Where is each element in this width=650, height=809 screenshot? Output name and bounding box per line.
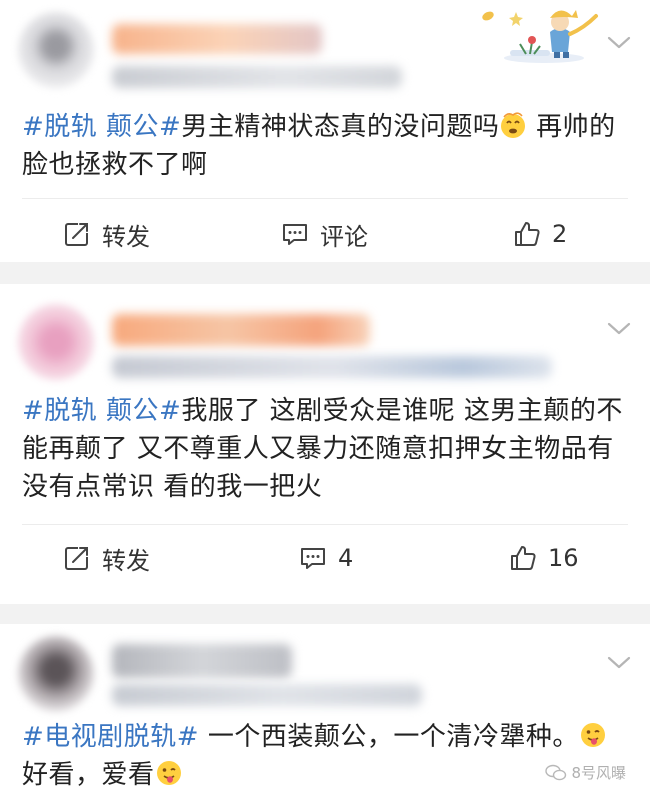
post-body-line2: 好看，爱看 bbox=[22, 760, 155, 790]
post-text: #电视剧脱轨# 一个西装颠公，一个清冷犟种。好看，爱看 bbox=[22, 718, 628, 794]
divider bbox=[22, 524, 628, 525]
thumbs-up-icon bbox=[515, 222, 540, 246]
post-body: 一个西装颠公，一个清冷犟种。 bbox=[199, 722, 579, 752]
chevron-down-icon[interactable] bbox=[606, 316, 632, 342]
thumbs-up-icon bbox=[511, 546, 536, 570]
username-blurred[interactable] bbox=[112, 314, 370, 346]
little-prince-badge-icon bbox=[482, 10, 598, 63]
post-card: #脱轨 颠公#男主精神状态真的没问题吗 再帅的脸也拯救不了啊 转发 评论 2 bbox=[0, 0, 650, 262]
like-count: 16 bbox=[548, 544, 579, 572]
avatar[interactable] bbox=[18, 636, 94, 712]
comment-icon bbox=[283, 224, 307, 245]
chevron-down-icon[interactable] bbox=[606, 650, 632, 676]
action-bar: 转发 4 16 bbox=[0, 528, 650, 588]
comment-count: 4 bbox=[338, 544, 354, 572]
username-blurred[interactable] bbox=[112, 644, 292, 678]
watermark-text: 8号风曝 bbox=[571, 764, 626, 782]
repost-icon bbox=[65, 223, 88, 246]
post-card: #脱轨 颠公#我服了 这剧受众是谁呢 这男主颠的不能再颠了 又不尊重人又暴力还随… bbox=[0, 284, 650, 604]
post-meta-blurred bbox=[112, 356, 552, 378]
like-button[interactable]: 2 bbox=[512, 204, 567, 264]
post-text: #脱轨 颠公#我服了 这剧受众是谁呢 这男主颠的不能再颠了 又不尊重人又暴力还随… bbox=[22, 392, 628, 506]
tongue-face-emoji-icon bbox=[156, 761, 181, 785]
like-button[interactable]: 16 bbox=[508, 528, 579, 588]
hashtag-link[interactable]: #脱轨 颠公# bbox=[22, 396, 181, 426]
post-body: 男主精神状态真的没问题吗 bbox=[181, 112, 500, 142]
hashtag-link[interactable]: #脱轨 颠公# bbox=[22, 112, 181, 142]
avatar[interactable] bbox=[18, 12, 94, 88]
watermark: 8号风曝 bbox=[545, 762, 626, 783]
wechat-icon bbox=[545, 764, 567, 780]
chevron-down-icon[interactable] bbox=[606, 30, 632, 56]
avatar[interactable] bbox=[18, 304, 94, 380]
comment-label: 评论 bbox=[320, 222, 368, 251]
post-card: #电视剧脱轨# 一个西装颠公，一个清冷犟种。好看，爱看 8号风曝 bbox=[0, 624, 650, 809]
dizzy-face-emoji-icon bbox=[501, 112, 526, 138]
repost-label: 转发 bbox=[102, 222, 150, 251]
tongue-face-emoji-icon bbox=[580, 723, 605, 747]
repost-button[interactable]: 转发 bbox=[62, 204, 150, 264]
post-meta-blurred bbox=[112, 684, 422, 706]
post-text: #脱轨 颠公#男主精神状态真的没问题吗 再帅的脸也拯救不了啊 bbox=[22, 108, 628, 184]
hashtag-link[interactable]: #电视剧脱轨# bbox=[22, 722, 199, 752]
action-bar: 转发 评论 2 bbox=[0, 204, 650, 264]
post-meta-blurred bbox=[112, 66, 402, 88]
username-blurred[interactable] bbox=[112, 24, 322, 54]
comment-button[interactable]: 4 bbox=[298, 528, 353, 588]
divider bbox=[22, 198, 628, 199]
repost-label: 转发 bbox=[102, 546, 150, 575]
repost-icon bbox=[65, 547, 88, 570]
like-count: 2 bbox=[552, 220, 568, 248]
comment-icon bbox=[301, 548, 325, 569]
repost-button[interactable]: 转发 bbox=[62, 528, 150, 588]
comment-button[interactable]: 评论 bbox=[280, 204, 368, 264]
